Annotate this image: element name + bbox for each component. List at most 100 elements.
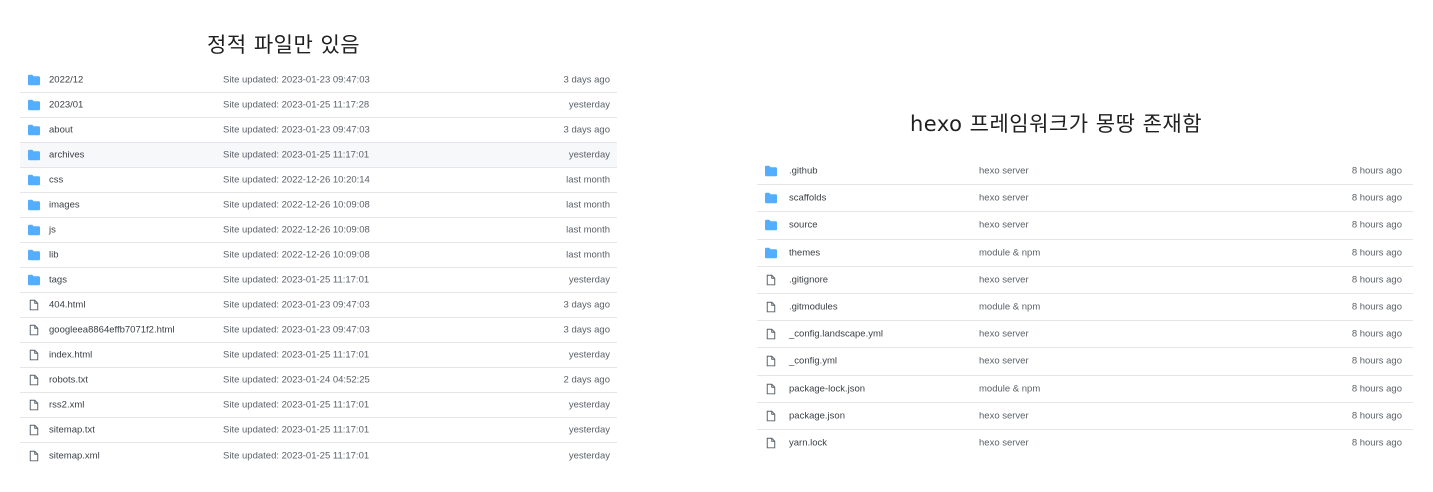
file-name-link[interactable]: robots.txt bbox=[49, 375, 88, 386]
file-name-link[interactable]: package.json bbox=[789, 410, 845, 421]
right-caption: hexo 프레임워크가 몽땅 존재함 bbox=[910, 112, 1203, 136]
commit-age: last month bbox=[566, 249, 610, 261]
folder-icon bbox=[28, 74, 40, 86]
folder-icon bbox=[28, 224, 40, 236]
commit-message-link[interactable]: Site updated: 2022-12-26 10:09:08 bbox=[223, 225, 370, 236]
folder-name-link[interactable]: about bbox=[49, 125, 73, 136]
left-table-row[interactable]: 2023/01 Site updated: 2023-01-25 11:17:28… bbox=[20, 93, 617, 118]
file-name-link[interactable]: sitemap.xml bbox=[49, 450, 100, 461]
file-name-link[interactable]: .gitmodules bbox=[789, 302, 838, 313]
file-name-link[interactable]: 404.html bbox=[49, 300, 85, 311]
right-table-row[interactable]: package-lock.json module & npm 8 hours ago bbox=[757, 376, 1413, 403]
left-table-row[interactable]: tags Site updated: 2023-01-25 11:17:01 yes… bbox=[20, 268, 617, 293]
commit-message-link[interactable]: Site updated: 2023-01-23 09:47:03 bbox=[223, 325, 370, 336]
folder-name-link[interactable]: tags bbox=[49, 275, 67, 286]
folder-icon bbox=[765, 219, 777, 231]
commit-message-link[interactable]: hexo server bbox=[979, 410, 1029, 421]
file-name-link[interactable]: package-lock.json bbox=[789, 383, 865, 394]
folder-name-link[interactable]: js bbox=[49, 225, 56, 236]
commit-age: 3 days ago bbox=[563, 74, 610, 86]
commit-message-link[interactable]: Site updated: 2022-12-26 10:09:08 bbox=[223, 200, 370, 211]
left-table-row[interactable]: index.html Site updated: 2023-01-25 11:17… bbox=[20, 343, 617, 368]
commit-age: yesterday bbox=[568, 424, 610, 436]
left-table-row[interactable]: about Site updated: 2023-01-23 09:47:03 3 … bbox=[20, 118, 617, 143]
commit-message-link[interactable]: hexo server bbox=[979, 193, 1029, 204]
commit-message-link[interactable]: hexo server bbox=[979, 274, 1029, 285]
left-table-row[interactable]: googleea8864effb7071f2.html Site updated:… bbox=[20, 318, 617, 343]
left-table-row[interactable]: js Site updated: 2022-12-26 10:09:08 last … bbox=[20, 218, 617, 243]
commit-message-link[interactable]: Site updated: 2022-12-26 10:09:08 bbox=[223, 250, 370, 261]
right-table-row[interactable]: scaffolds hexo server 8 hours ago bbox=[757, 185, 1413, 213]
file-icon bbox=[28, 299, 40, 311]
file-icon bbox=[765, 383, 777, 395]
folder-icon bbox=[28, 274, 40, 286]
file-name-link[interactable]: googleea8864effb7071f2.html bbox=[49, 325, 175, 336]
left-table-row[interactable]: lib Site updated: 2022-12-26 10:09:08 last… bbox=[20, 243, 617, 268]
left-table-row[interactable]: archives Site updated: 2023-01-25 11:17:0… bbox=[20, 143, 617, 168]
folder-name-link[interactable]: 2022/12 bbox=[49, 75, 83, 86]
folder-name-link[interactable]: 2023/01 bbox=[49, 100, 83, 111]
commit-age: 8 hours ago bbox=[1351, 165, 1402, 177]
left-table-row[interactable]: robots.txt Site updated: 2023-01-24 04:52… bbox=[20, 368, 617, 393]
right-table-row[interactable]: themes module & npm 8 hours ago bbox=[757, 240, 1413, 267]
file-name-link[interactable]: yarn.lock bbox=[789, 438, 827, 449]
file-name-link[interactable]: _config.landscape.yml bbox=[789, 329, 883, 340]
file-name-link[interactable]: rss2.xml bbox=[49, 400, 84, 411]
right-table-row[interactable]: .gitmodules module & npm 8 hours ago bbox=[757, 294, 1413, 322]
commit-message-link[interactable]: module & npm bbox=[979, 302, 1040, 313]
folder-icon bbox=[28, 124, 40, 136]
commit-message-link[interactable]: Site updated: 2023-01-25 11:17:01 bbox=[223, 400, 369, 411]
commit-message-link[interactable]: Site updated: 2023-01-23 09:47:03 bbox=[223, 300, 370, 311]
folder-name-link[interactable]: images bbox=[49, 200, 80, 211]
right-table-row[interactable]: package.json hexo server 8 hours ago bbox=[757, 403, 1413, 430]
commit-message-link[interactable]: Site updated: 2023-01-25 11:17:01 bbox=[223, 150, 369, 161]
commit-message-link[interactable]: Site updated: 2023-01-25 11:17:28 bbox=[223, 100, 369, 111]
folder-name-link[interactable]: source bbox=[789, 220, 818, 231]
folder-name-link[interactable]: lib bbox=[49, 250, 59, 261]
left-table-row[interactable]: 2022/12 Site updated: 2023-01-23 09:47:03… bbox=[20, 68, 617, 93]
right-table-row[interactable]: .github hexo server 8 hours ago bbox=[757, 158, 1413, 186]
commit-message-link[interactable]: hexo server bbox=[979, 329, 1029, 340]
file-icon bbox=[765, 437, 777, 449]
file-name-link[interactable]: sitemap.txt bbox=[49, 425, 95, 436]
file-name-link[interactable]: index.html bbox=[49, 350, 92, 361]
folder-name-link[interactable]: css bbox=[49, 175, 63, 186]
right-table-row[interactable]: yarn.lock hexo server 8 hours ago bbox=[757, 430, 1413, 457]
commit-message-link[interactable]: hexo server bbox=[979, 166, 1029, 177]
commit-message-link[interactable]: module & npm bbox=[979, 247, 1040, 258]
folder-name-link[interactable]: themes bbox=[789, 247, 820, 258]
left-table-row[interactable]: sitemap.txt Site updated: 2023-01-25 11:1… bbox=[20, 418, 617, 443]
left-table-row[interactable]: css Site updated: 2022-12-26 10:20:14 last… bbox=[20, 168, 617, 193]
file-icon bbox=[765, 301, 777, 313]
commit-message-link[interactable]: hexo server bbox=[979, 438, 1029, 449]
left-table-row[interactable]: rss2.xml Site updated: 2023-01-25 11:17:0… bbox=[20, 393, 617, 418]
commit-message-link[interactable]: Site updated: 2023-01-23 09:47:03 bbox=[223, 125, 370, 136]
commit-message-link[interactable]: Site updated: 2023-01-25 11:17:01 bbox=[223, 425, 369, 436]
left-table-row[interactable]: sitemap.xml Site updated: 2023-01-25 11:1… bbox=[20, 443, 617, 468]
commit-age: last month bbox=[566, 199, 610, 211]
right-table-row[interactable]: .gitignore hexo server 8 hours ago bbox=[757, 267, 1413, 294]
file-icon bbox=[28, 424, 40, 436]
commit-age: 3 days ago bbox=[563, 299, 610, 311]
file-name-link[interactable]: _config.yml bbox=[789, 356, 837, 367]
commit-age: 2 days ago bbox=[563, 374, 610, 386]
right-table-row[interactable]: _config.landscape.yml hexo server 8 hours … bbox=[757, 321, 1413, 349]
commit-message-link[interactable]: Site updated: 2023-01-25 11:17:01 bbox=[223, 350, 369, 361]
commit-message-link[interactable]: hexo server bbox=[979, 356, 1029, 367]
left-table-row[interactable]: images Site updated: 2022-12-26 10:09:08 l… bbox=[20, 193, 617, 218]
commit-message-link[interactable]: Site updated: 2023-01-23 09:47:03 bbox=[223, 75, 370, 86]
commit-message-link[interactable]: Site updated: 2023-01-25 11:17:01 bbox=[223, 450, 369, 461]
left-table-row[interactable]: 404.html Site updated: 2023-01-23 09:47:0… bbox=[20, 293, 617, 318]
commit-age: 3 days ago bbox=[563, 324, 610, 336]
folder-name-link[interactable]: .github bbox=[789, 166, 818, 177]
folder-name-link[interactable]: archives bbox=[49, 150, 84, 161]
commit-message-link[interactable]: module & npm bbox=[979, 383, 1040, 394]
commit-message-link[interactable]: hexo server bbox=[979, 220, 1029, 231]
commit-message-link[interactable]: Site updated: 2023-01-25 11:17:01 bbox=[223, 275, 369, 286]
commit-message-link[interactable]: Site updated: 2022-12-26 10:20:14 bbox=[223, 175, 370, 186]
right-table-row[interactable]: _config.yml hexo server 8 hours ago bbox=[757, 348, 1413, 376]
folder-name-link[interactable]: scaffolds bbox=[789, 193, 826, 204]
right-table-row[interactable]: source hexo server 8 hours ago bbox=[757, 212, 1413, 240]
commit-message-link[interactable]: Site updated: 2023-01-24 04:52:25 bbox=[223, 375, 370, 386]
file-name-link[interactable]: .gitignore bbox=[789, 274, 828, 285]
